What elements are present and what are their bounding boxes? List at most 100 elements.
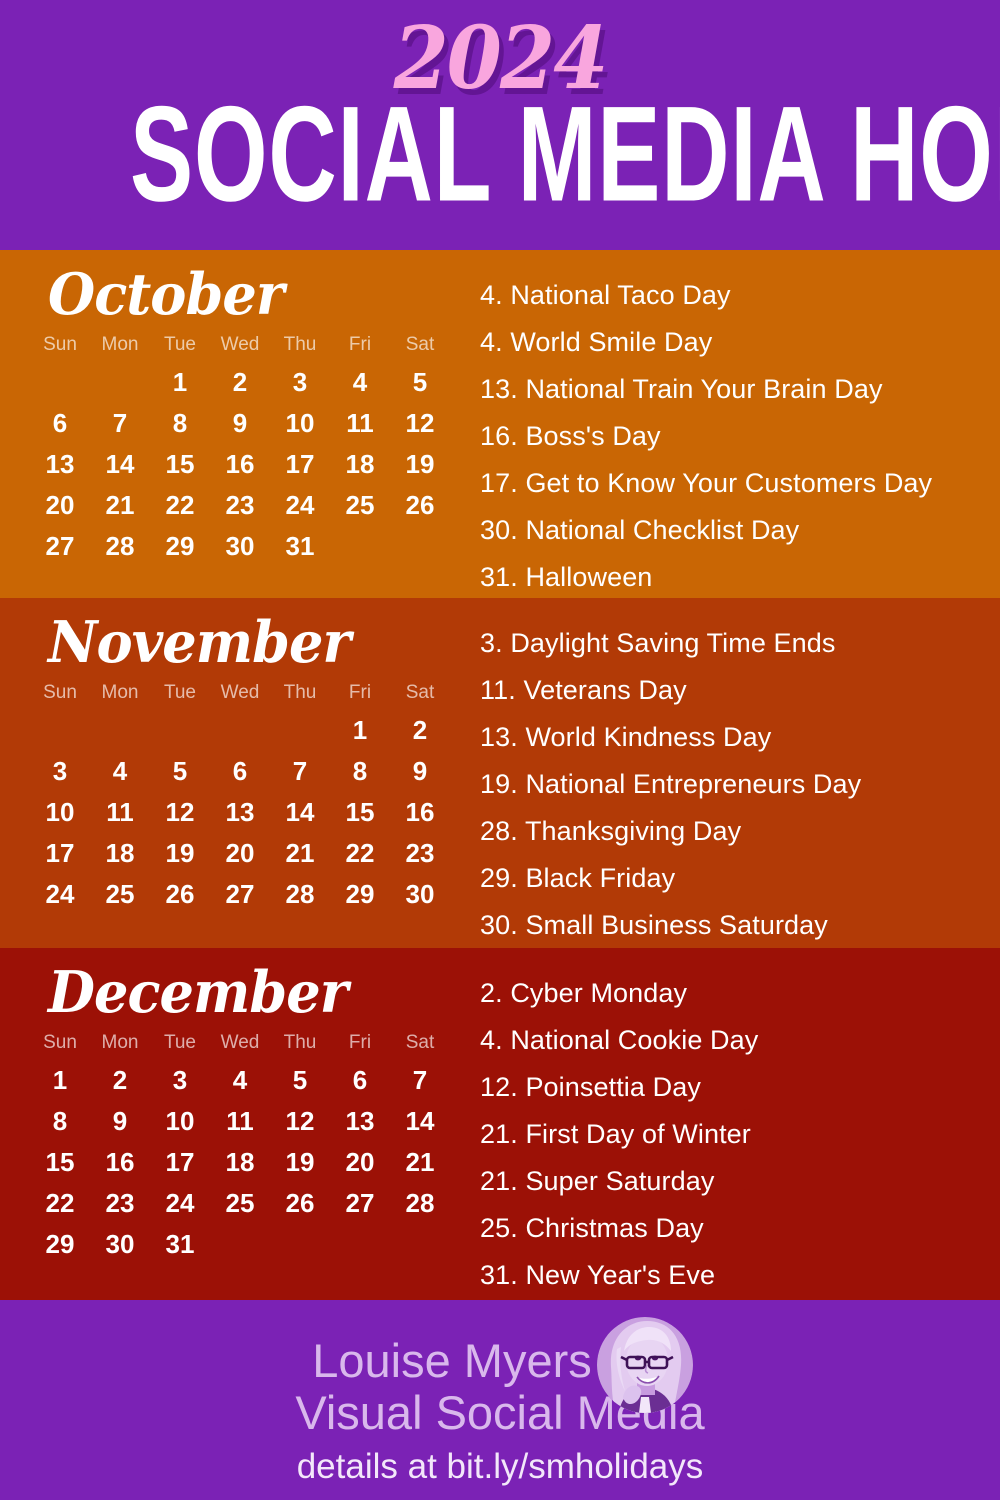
holiday-item: 16. Boss's Day <box>480 413 990 460</box>
calendar-week-row: 1 2 3 4 5 6 7 <box>30 1060 450 1101</box>
holiday-name: Super Saturday <box>525 1166 715 1196</box>
calendar-week-row: 24 25 26 27 28 29 30 <box>30 874 450 915</box>
day-cell: 6 <box>352 1065 368 1095</box>
calendar-november: November Sun Mon Tue Wed Thu Fri Sat 1 2… <box>30 614 450 915</box>
day-cell: 21 <box>405 1147 435 1177</box>
day-cell: 28 <box>285 879 315 909</box>
calendar-week-row: 3 4 5 6 7 8 9 <box>30 751 450 792</box>
day-cell: 4 <box>352 367 368 397</box>
avatar <box>597 1317 693 1413</box>
calendar-grid-december: Sun Mon Tue Wed Thu Fri Sat 1 2 3 4 5 6 … <box>30 1029 450 1265</box>
day-cell <box>270 1224 330 1265</box>
day-cell: 29 <box>345 879 375 909</box>
day-cell: 26 <box>285 1188 315 1218</box>
day-cell: 25 <box>105 879 135 909</box>
holiday-name: Boss's Day <box>525 421 661 451</box>
day-cell: 1 <box>52 1065 68 1095</box>
holiday-day-number: 17. <box>480 468 518 498</box>
holiday-item: 30. Small Business Saturday <box>480 902 990 949</box>
day-cell: 10 <box>285 408 315 438</box>
holiday-list-october: 4. National Taco Day 4. World Smile Day … <box>480 272 990 601</box>
holiday-item: 29. Black Friday <box>480 855 990 902</box>
day-cell: 13 <box>45 449 75 479</box>
day-cell: 11 <box>346 408 374 438</box>
day-cell: 25 <box>345 490 375 520</box>
holiday-day-number: 4. <box>480 327 503 357</box>
day-cell: 11 <box>226 1106 254 1136</box>
month-title-october: October <box>48 261 284 328</box>
holiday-name: First Day of Winter <box>525 1119 751 1149</box>
day-cell: 21 <box>105 490 135 520</box>
day-cell: 5 <box>412 367 428 397</box>
day-cell: 23 <box>225 490 255 520</box>
holiday-name: Thanksgiving Day <box>524 816 742 846</box>
day-cell <box>330 1224 390 1265</box>
day-cell: 22 <box>45 1188 75 1218</box>
day-cell: 3 <box>172 1065 188 1095</box>
day-cell: 4 <box>112 756 128 786</box>
calendar-week-row: 17 18 19 20 21 22 23 <box>30 833 450 874</box>
weekday-sun: Sun <box>43 1032 77 1053</box>
holiday-day-number: 21. <box>480 1119 518 1149</box>
day-cell: 9 <box>232 408 248 438</box>
holiday-day-number: 29. <box>480 863 518 893</box>
weekday-wed: Wed <box>220 1032 260 1053</box>
holiday-name: Christmas Day <box>525 1213 704 1243</box>
weekday-header-row: Sun Mon Tue Wed Thu Fri Sat <box>30 679 450 710</box>
day-cell <box>330 526 390 567</box>
holiday-day-number: 4. <box>480 280 503 310</box>
calendar-week-row: 15 16 17 18 19 20 21 <box>30 1142 450 1183</box>
day-cell: 19 <box>285 1147 315 1177</box>
holiday-item: 2. Cyber Monday <box>480 970 990 1017</box>
day-cell: 8 <box>52 1106 68 1136</box>
day-cell <box>210 710 270 751</box>
day-cell: 2 <box>412 715 428 745</box>
holiday-name: Halloween <box>525 562 653 592</box>
day-cell: 12 <box>405 408 435 438</box>
holiday-day-number: 12. <box>480 1072 518 1102</box>
holiday-name: Small Business Saturday <box>525 910 828 940</box>
day-cell: 27 <box>225 879 255 909</box>
day-cell: 23 <box>405 838 435 868</box>
day-cell <box>30 710 90 751</box>
calendar-grid-november: Sun Mon Tue Wed Thu Fri Sat 1 2 3 4 5 6 … <box>30 679 450 915</box>
calendar-week-row: 22 23 24 25 26 27 28 <box>30 1183 450 1224</box>
holiday-name: National Train Your Brain Day <box>525 374 883 404</box>
holiday-day-number: 3. <box>480 628 503 658</box>
day-cell: 15 <box>45 1147 75 1177</box>
weekday-tue: Tue <box>163 682 197 703</box>
weekday-sat: Sat <box>405 682 435 703</box>
brand-name-line1: Louise Myers <box>312 1334 592 1387</box>
day-cell: 27 <box>45 531 75 561</box>
day-cell: 14 <box>405 1106 435 1136</box>
day-cell: 29 <box>45 1229 75 1259</box>
day-cell: 6 <box>232 756 248 786</box>
poster-header: 2024 SOCIAL MEDIA HOLIDAYS <box>0 0 1000 250</box>
day-cell: 15 <box>165 449 195 479</box>
holiday-day-number: 16. <box>480 421 518 451</box>
holiday-day-number: 31. <box>480 1260 518 1290</box>
day-cell: 17 <box>285 449 315 479</box>
day-cell: 2 <box>232 367 248 397</box>
day-cell: 28 <box>405 1188 435 1218</box>
holiday-name: Poinsettia Day <box>525 1072 701 1102</box>
calendar-week-row: 1 2 <box>30 710 450 751</box>
month-section-november: November Sun Mon Tue Wed Thu Fri Sat 1 2… <box>0 598 1000 948</box>
day-cell: 20 <box>225 838 255 868</box>
day-cell: 28 <box>105 531 135 561</box>
day-cell <box>30 362 90 403</box>
day-cell: 18 <box>345 449 375 479</box>
day-cell: 2 <box>112 1065 128 1095</box>
day-cell: 15 <box>345 797 375 827</box>
holiday-name: National Cookie Day <box>510 1025 759 1055</box>
weekday-header-row: Sun Mon Tue Wed Thu Fri Sat <box>30 331 450 362</box>
day-cell: 20 <box>45 490 75 520</box>
holiday-item: 30. National Checklist Day <box>480 507 990 554</box>
weekday-wed: Wed <box>220 334 260 355</box>
day-cell: 24 <box>285 490 315 520</box>
day-cell: 24 <box>165 1188 195 1218</box>
weekday-wed: Wed <box>220 682 260 703</box>
details-url: details at bit.ly/smholidays <box>296 1447 704 1486</box>
holiday-day-number: 28. <box>480 816 518 846</box>
day-cell: 7 <box>412 1065 428 1095</box>
